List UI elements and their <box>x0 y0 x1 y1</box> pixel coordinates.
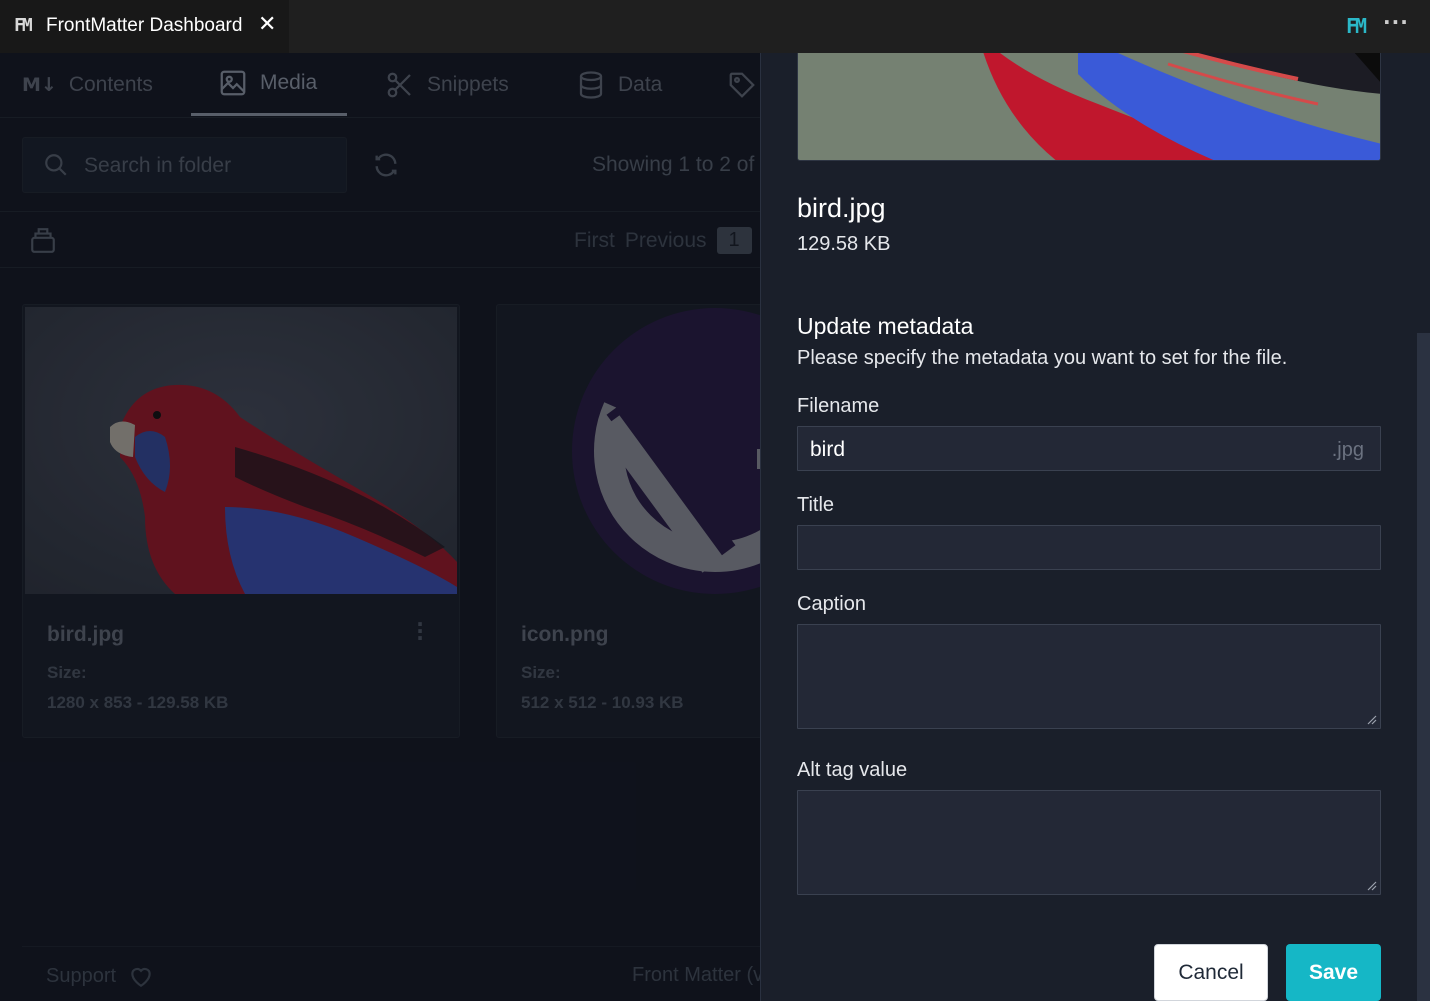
bird-preview-image <box>798 53 1380 160</box>
frontmatter-logo-icon: FM <box>14 15 33 36</box>
tab-data-label: Data <box>618 72 663 96</box>
markdown-icon: M↓ <box>22 73 57 96</box>
panel-description: Please specify the metadata you want to … <box>797 347 1288 369</box>
scissors-icon <box>387 72 411 97</box>
media-size-label: Size: <box>47 663 87 682</box>
caption-field[interactable] <box>797 624 1381 729</box>
tab-media[interactable]: Media <box>191 53 347 116</box>
media-card[interactable]: bird.jpg · · · Size: 1280 x 853 - 129.58 K… <box>22 304 460 738</box>
tab-title: FrontMatter Dashboard <box>46 15 243 36</box>
tab-data[interactable]: Data <box>576 53 662 116</box>
tab-contents[interactable]: M↓ Contents <box>22 53 153 116</box>
pager-bar: First Previous 1 <box>0 212 760 268</box>
bird-image <box>25 307 457 594</box>
tab-media-label: Media <box>260 71 318 94</box>
title-field[interactable] <box>797 525 1381 570</box>
resize-handle-icon[interactable] <box>1367 715 1377 725</box>
dashboard-footer: Support Front Matter (v <box>22 946 760 1001</box>
media-thumbnail[interactable] <box>25 307 457 594</box>
database-icon <box>579 70 603 99</box>
filename-field[interactable]: bird .jpg <box>797 426 1381 471</box>
image-icon <box>220 70 246 96</box>
first-page-link[interactable]: First <box>574 229 615 253</box>
tab-contents-label: Contents <box>68 72 153 96</box>
pagination: First Previous 1 <box>574 227 752 254</box>
alt-tag-field[interactable] <box>797 790 1381 895</box>
filename-value: bird <box>810 438 846 461</box>
frontmatter-action-icon[interactable]: FM <box>1346 14 1367 38</box>
media-card[interactable]: icon.png Size: 512 x 512 - 10.93 KB <box>496 304 760 738</box>
tab-snippets[interactable]: Snippets <box>385 53 509 116</box>
search-input[interactable]: Search in folder <box>22 137 347 193</box>
metadata-panel: bird.jpg 129.58 KB Update metadata Pleas… <box>760 53 1430 1001</box>
media-size-value: 1280 x 853 - 129.58 KB <box>47 693 229 712</box>
support-link[interactable]: Support <box>46 964 154 988</box>
alt-tag-label: Alt tag value <box>797 759 908 781</box>
current-page[interactable]: 1 <box>716 227 752 254</box>
media-size-value: 512 x 512 - 10.93 KB <box>521 693 684 712</box>
filename-label: Filename <box>797 395 880 417</box>
archive-icon[interactable] <box>30 226 56 254</box>
caption-label: Caption <box>797 593 866 615</box>
editor-tab[interactable]: FM FrontMatter Dashboard ✕ <box>0 0 289 53</box>
tag-icon <box>729 72 755 98</box>
tab-snippets-label: Snippets <box>427 72 509 96</box>
title-label: Title <box>797 494 835 516</box>
media-size-label: Size: <box>521 663 561 682</box>
search-placeholder: Search in folder <box>84 154 232 177</box>
refresh-icon[interactable] <box>372 151 400 179</box>
cancel-button[interactable]: Cancel <box>1154 944 1268 1001</box>
panel-filename: bird.jpg <box>797 193 886 223</box>
showing-count: Showing 1 to 2 of <box>592 153 755 176</box>
card-menu-icon[interactable]: · · · <box>415 614 425 648</box>
support-label: Support <box>46 964 117 987</box>
version-label: Front Matter (v <box>632 964 760 986</box>
media-filename: bird.jpg <box>47 623 124 646</box>
resize-handle-icon[interactable] <box>1367 881 1377 891</box>
panel-scrollbar[interactable] <box>1417 333 1430 1001</box>
media-dashboard: M↓ Contents Media Snippets Data Search i… <box>0 53 760 1001</box>
title-bar: FM FrontMatter Dashboard ✕ FM ··· <box>0 0 1430 53</box>
more-actions-icon[interactable]: ··· <box>1383 10 1409 34</box>
icon-image <box>572 308 760 594</box>
panel-image-preview <box>797 53 1381 161</box>
save-button[interactable]: Save <box>1286 944 1381 1001</box>
previous-page-link[interactable]: Previous <box>625 229 707 253</box>
media-filename: icon.png <box>521 623 609 646</box>
search-icon <box>45 154 67 176</box>
media-thumbnail[interactable] <box>499 307 760 594</box>
panel-filesize: 129.58 KB <box>797 233 891 255</box>
media-toolbar: Search in folder Showing 1 to 2 of <box>0 118 760 212</box>
heart-icon <box>131 967 151 988</box>
filename-extension: .jpg <box>1331 439 1364 461</box>
tab-close-icon[interactable]: ✕ <box>258 12 276 37</box>
dashboard-nav: M↓ Contents Media Snippets Data <box>0 53 760 118</box>
tab-taxonomy[interactable] <box>727 53 757 116</box>
panel-heading: Update metadata <box>797 313 974 339</box>
